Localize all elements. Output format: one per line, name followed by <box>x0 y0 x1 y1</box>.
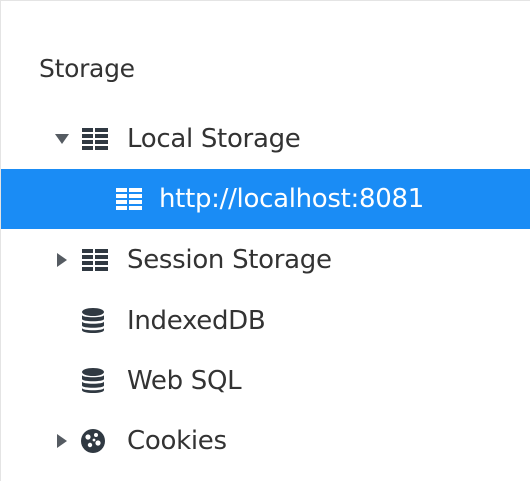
triangle-right-icon[interactable] <box>55 431 69 451</box>
table-grid-icon <box>81 125 109 153</box>
table-grid-icon <box>81 246 109 274</box>
tree-item-indexeddb[interactable]: IndexedDB <box>1 291 530 351</box>
tree-item-label: IndexedDB <box>127 306 266 336</box>
tree-item-label: Web SQL <box>127 366 242 396</box>
tree-item-session-storage[interactable]: Session Storage <box>1 230 530 290</box>
tree-item-label: http://localhost:8081 <box>159 184 424 214</box>
tree-item-web-sql[interactable]: Web SQL <box>1 351 530 411</box>
database-icon <box>79 367 107 395</box>
table-grid-icon <box>115 185 143 213</box>
tree-item-cookies[interactable]: Cookies <box>1 411 530 471</box>
tree-item-label: Cookies <box>127 426 227 456</box>
cookie-icon <box>79 427 107 455</box>
triangle-right-icon[interactable] <box>55 250 69 270</box>
tree-item-label: Local Storage <box>127 124 301 154</box>
section-title-storage: Storage <box>39 54 135 83</box>
tree-item-local-storage[interactable]: Local Storage <box>1 109 530 169</box>
storage-panel: Storage Local Storage http://localhost:8… <box>0 0 530 481</box>
tree-item-localhost-8081[interactable]: http://localhost:8081 <box>1 169 530 229</box>
database-icon <box>79 307 107 335</box>
tree-item-label: Session Storage <box>127 245 332 275</box>
triangle-down-icon[interactable] <box>55 129 69 149</box>
